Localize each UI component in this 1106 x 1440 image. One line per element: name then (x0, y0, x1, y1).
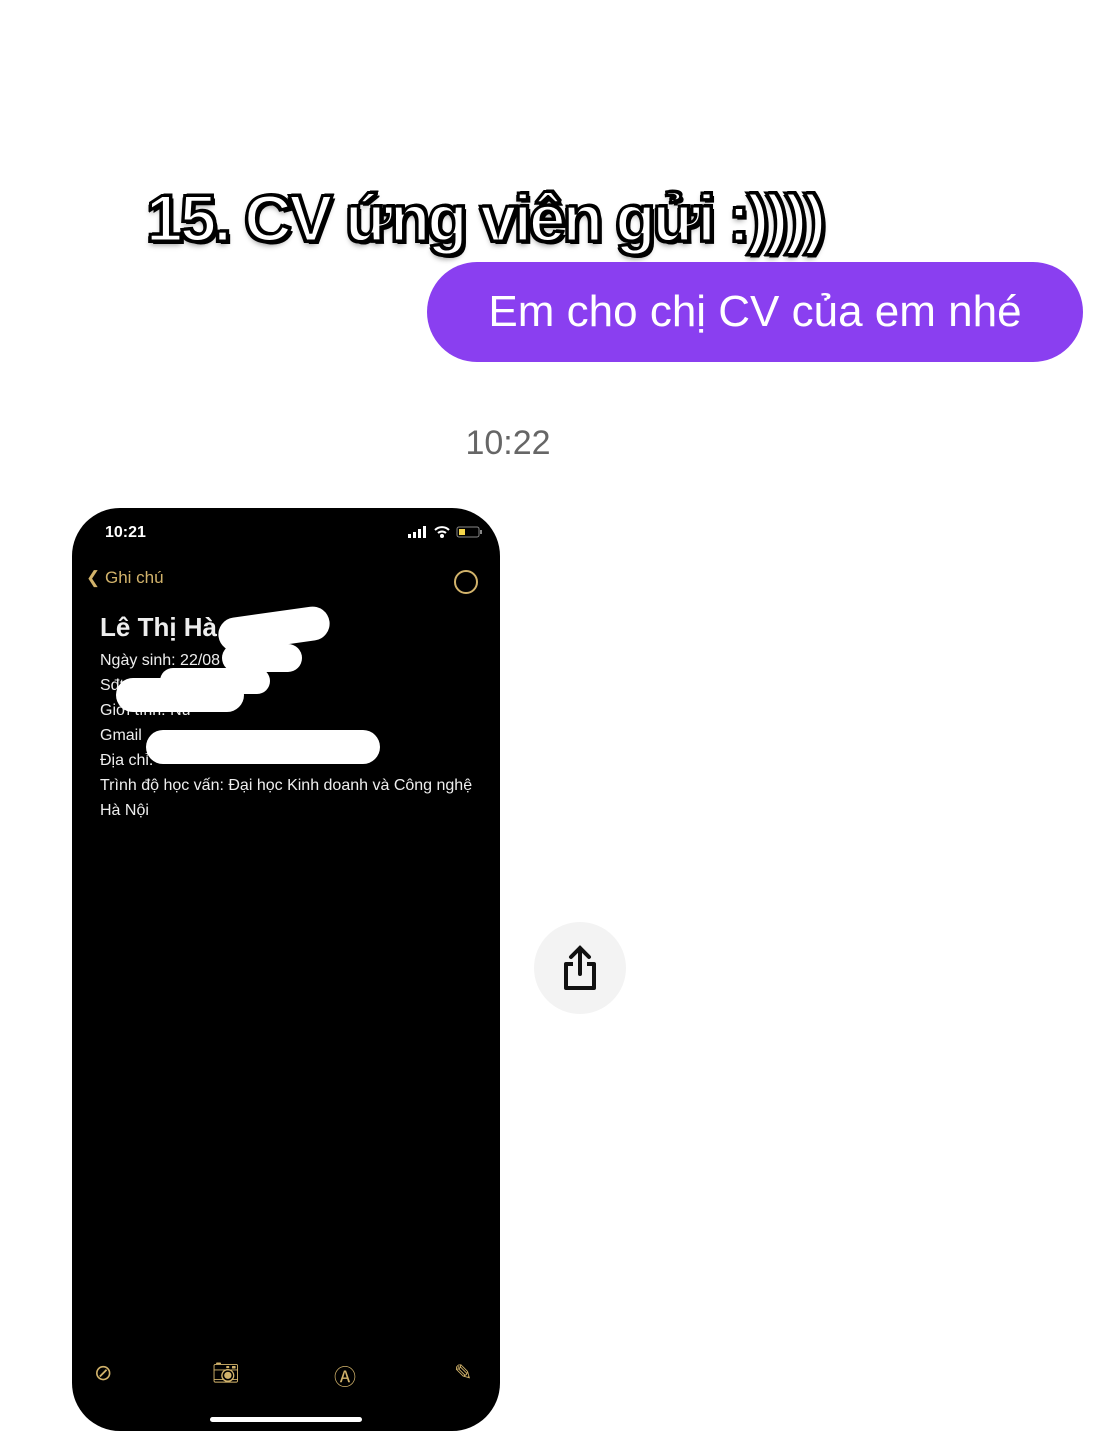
back-button[interactable]: ❮ Ghi chú (86, 568, 164, 588)
compose-icon[interactable]: ✎ (454, 1360, 472, 1386)
note-line: Trình độ học vấn: Đại học Kinh doanh và … (100, 777, 473, 819)
battery-icon (456, 526, 482, 538)
wifi-icon (434, 526, 450, 538)
redaction-mark (116, 678, 244, 712)
chevron-left-icon: ❮ (86, 568, 101, 587)
redaction-mark (146, 730, 380, 764)
sent-message-bubble[interactable]: Em cho chị CV của em nhé (427, 262, 1083, 362)
signal-icon (408, 526, 426, 538)
back-label: Ghi chú (104, 568, 164, 587)
status-icons (408, 526, 482, 538)
message-timestamp: 10:22 (465, 424, 551, 462)
markup-icon[interactable]: Ⓐ (334, 1360, 356, 1392)
home-indicator (210, 1417, 362, 1422)
more-icon[interactable] (454, 570, 478, 594)
camera-icon[interactable]: 📷︎ (212, 1360, 240, 1386)
image-attachment[interactable]: 10:21 ❮ Ghi chú Lê Thị Hà Ngày sinh: 22/… (72, 508, 500, 1431)
status-time: 10:21 (105, 524, 146, 541)
video-caption: 15. CV ứng viên gửi :)))) (145, 180, 828, 257)
checklist-icon[interactable]: ⊘ (94, 1360, 112, 1386)
share-icon (564, 945, 596, 990)
share-button[interactable] (534, 922, 626, 1014)
